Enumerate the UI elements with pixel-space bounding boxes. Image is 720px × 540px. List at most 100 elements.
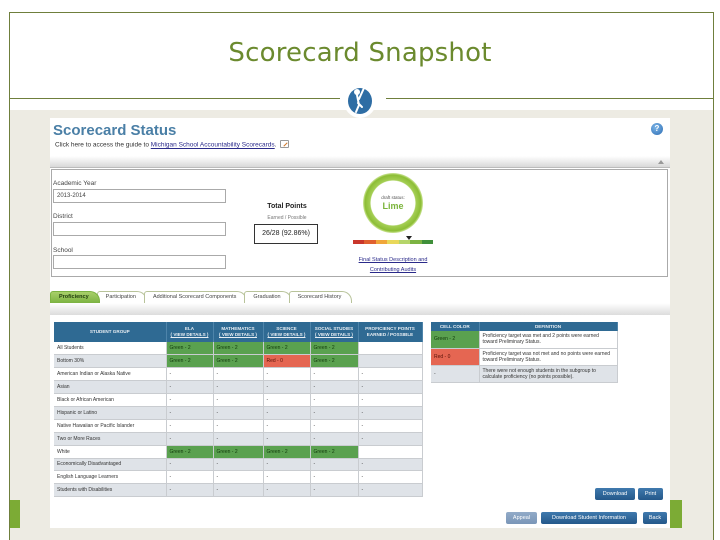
mde-logo-icon [343, 80, 377, 118]
legend-header-row: CELL COLOR DEFINITION [431, 322, 618, 331]
table-row: Bottom 30% Green - 2 Green - 2 Red - 0 Green… [54, 354, 423, 369]
social-cell: - [310, 470, 359, 485]
legend-header-color: CELL COLOR [431, 322, 480, 331]
final-status-link-line1[interactable]: Final Status Description and [348, 255, 438, 265]
social-cell: - [310, 432, 359, 446]
points-cell: - [358, 458, 423, 472]
district-input[interactable] [53, 222, 226, 236]
social-cell: - [310, 393, 359, 407]
table-row: Native Hawaiian or Pacific Islander - - - - - [54, 419, 423, 433]
science-cell: - [263, 367, 311, 382]
student-group-cell: Native Hawaiian or Pacific Islander [54, 419, 167, 433]
social-cell: - [310, 483, 359, 498]
math-cell: Green - 2 [213, 342, 264, 356]
guide-link[interactable]: Michigan School Accountability Scorecard… [151, 142, 275, 149]
social-cell: - [310, 419, 359, 433]
tab-bar: Proficiency Participation Additional Sco… [50, 291, 353, 303]
points-cell: - [358, 380, 423, 395]
header-ela: ELA( VIEW DETAILS ) [166, 322, 214, 342]
science-cell: - [263, 380, 311, 395]
points-cell [358, 342, 423, 356]
student-group-cell: All Students [54, 342, 167, 356]
chevron-up-icon[interactable] [658, 160, 664, 164]
header-social-studies: SOCIAL STUDIES( VIEW DETAILS ) [310, 322, 359, 342]
header-student-group: STUDENT GROUP [54, 322, 167, 342]
science-cell: - [263, 393, 311, 407]
status-scale-segment [421, 240, 433, 244]
guide-suffix: . [274, 141, 277, 149]
download-button[interactable]: Download [595, 488, 635, 500]
header-math: MATHEMATICS( VIEW DETAILS ) [213, 322, 264, 342]
legend-color-red: Red - 0 [431, 348, 480, 366]
ela-cell: Green - 2 [166, 445, 214, 459]
legend-definition: Proficiency target was met and 2 points … [479, 331, 618, 349]
ela-cell: - [166, 458, 214, 472]
student-group-cell: English Language Learners [54, 470, 167, 485]
science-cell: Red - 0 [263, 354, 311, 369]
table-row: American Indian or Alaska Native - - - - - [54, 367, 423, 382]
social-cell: Green - 2 [310, 342, 359, 356]
math-cell: Green - 2 [213, 445, 264, 459]
tab-participation[interactable]: Participation [96, 291, 147, 303]
student-group-cell: Black or African American [54, 393, 167, 407]
table-row: Two or More Races - - - - - [54, 432, 423, 446]
help-icon[interactable]: ? [651, 123, 663, 135]
science-view-details-link[interactable]: ( VIEW DETAILS ) [268, 332, 306, 337]
math-cell: - [213, 393, 264, 407]
social-cell: - [310, 367, 359, 382]
header-proficiency-points: PROFICIENCY POINTS EARNED / POSSIBLE [358, 322, 423, 342]
table-row: Black or African American - - - - - [54, 393, 423, 407]
math-cell: - [213, 458, 264, 472]
tab-graduation[interactable]: Graduation [244, 291, 292, 303]
points-cell: - [358, 470, 423, 485]
tab-scorecard-history[interactable]: Scorecard History [288, 291, 353, 303]
appeal-button[interactable]: Appeal [506, 512, 537, 524]
legend-table: CELL COLOR DEFINITION Green - 2 Proficie… [431, 322, 618, 383]
ela-cell: - [166, 406, 214, 420]
academic-year-input[interactable]: 2013-2014 [53, 189, 226, 203]
student-group-cell: American Indian or Alaska Native [54, 367, 167, 382]
title-rule-left [10, 98, 340, 99]
header-science: SCIENCE( VIEW DETAILS ) [263, 322, 311, 342]
ela-cell: - [166, 432, 214, 446]
social-cell: - [310, 406, 359, 420]
social-view-details-link[interactable]: ( VIEW DETAILS ) [315, 332, 353, 337]
total-points-value: 26/28 (92.86%) [254, 224, 318, 244]
legend-definition: Proficiency target was not met and no po… [479, 348, 618, 366]
status-scale-segment [398, 240, 411, 244]
science-cell: - [263, 419, 311, 433]
collapse-bar[interactable] [50, 156, 670, 168]
guide-line: Click here to access the guide to Michig… [55, 140, 289, 149]
final-status-link-line2[interactable]: Contributing Audits [348, 265, 438, 275]
download-student-info-button[interactable]: Download Student Information [541, 512, 637, 524]
tab-additional-components[interactable]: Additional Scorecard Components [143, 291, 248, 303]
final-status-link[interactable]: Final Status Description and Contributin… [348, 255, 438, 275]
print-button[interactable]: Print [638, 488, 663, 500]
ela-view-details-link[interactable]: ( VIEW DETAILS ) [171, 332, 209, 337]
ela-cell: - [166, 419, 214, 433]
math-view-details-link[interactable]: ( VIEW DETAILS ) [219, 332, 257, 337]
table-row: Asian - - - - - [54, 380, 423, 395]
status-label: Lime [382, 201, 404, 211]
math-cell: Green - 2 [213, 354, 264, 369]
header-points-line2: EARNED / POSSIBLE [366, 332, 414, 337]
proficiency-table: STUDENT GROUP ELA( VIEW DETAILS ) MATHEM… [54, 322, 423, 498]
student-group-cell: White [54, 445, 167, 459]
ela-cell: - [166, 470, 214, 485]
tab-content-header [50, 303, 670, 315]
external-edit-icon[interactable] [279, 140, 289, 148]
scale-marker-icon [406, 236, 412, 240]
ela-cell: - [166, 367, 214, 382]
ela-cell: Green - 2 [166, 354, 214, 369]
legend-definition: There were not enough students in the su… [479, 365, 618, 383]
tab-proficiency[interactable]: Proficiency [50, 291, 100, 303]
social-cell: Green - 2 [310, 445, 359, 459]
social-cell: - [310, 380, 359, 395]
table-header-row: STUDENT GROUP ELA( VIEW DETAILS ) MATHEM… [54, 322, 423, 342]
back-button[interactable]: Back [643, 512, 667, 524]
ela-cell: - [166, 483, 214, 498]
school-label: School [53, 247, 73, 254]
science-cell: - [263, 458, 311, 472]
school-input[interactable] [53, 255, 226, 269]
science-cell: Green - 2 [263, 342, 311, 356]
